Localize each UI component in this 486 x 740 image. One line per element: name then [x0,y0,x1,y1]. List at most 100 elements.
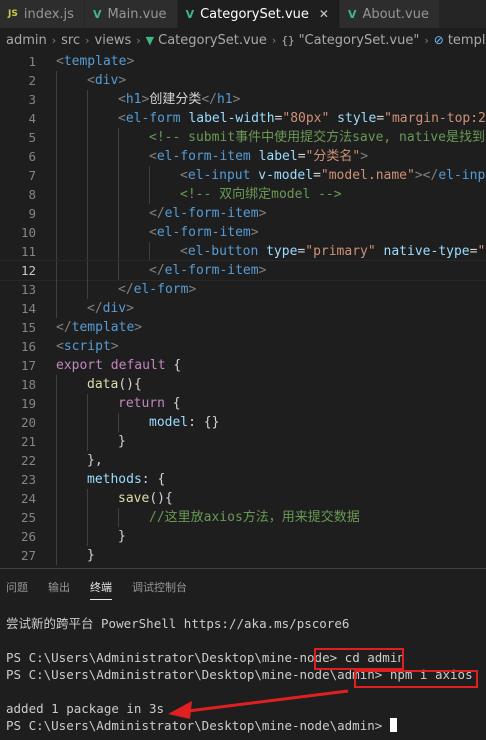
code-text: //这里放axios方法，用来提交数据 [149,510,360,525]
code-line: 8 <!-- 双向绑定model --> [0,185,486,204]
tab-label: About.vue [362,6,429,22]
chevron-right-icon: › [271,33,277,47]
tab-label: index.js [23,6,74,22]
annotation-arrow [168,689,349,719]
close-icon[interactable]: ✕ [319,7,329,21]
breadcrumb-folder-admin[interactable]: admin [6,33,47,48]
code-text: </el-form> [118,282,197,297]
code-text: return { [118,396,181,411]
template-element-icon: ⊘ [433,33,444,47]
code-text: }, [87,453,103,468]
code-line: 9 </el-form-item> [0,204,486,223]
code-line: 4 <el-form label-width="80px" style="marg… [0,109,486,128]
tab-about-vue[interactable]: V About.vue [339,0,440,28]
code-line: 15 </template> [0,318,486,337]
line-number: 18 [20,377,36,392]
code-text: </div> [87,301,134,316]
code-text: <el-form-item> [149,225,259,240]
javascript-file-icon: JS [8,9,18,19]
line-number: 3 [28,92,36,107]
code-text: <script> [56,339,119,354]
breadcrumb-section[interactable]: template [448,33,486,48]
code-text: <!-- submit事件中使用提交方法save, native是找到 [149,130,486,145]
line-number: 24 [20,491,36,506]
code-line: 1 <template> [0,52,486,71]
chevron-right-icon: › [51,33,57,47]
code-editor[interactable]: 1 <template> 2 <div> 3 <h1>创建分类</h1> 4 <el-form… [0,52,486,568]
code-line: 20 model: {} [0,413,486,432]
line-number: 8 [28,187,36,202]
code-line: 16 <script> [0,337,486,356]
code-text: <h1>创建分类</h1> [118,92,241,107]
vue-file-icon: ▼ [145,33,155,47]
code-line: 5 <!-- submit事件中使用提交方法save, native是找到 [0,128,486,147]
line-number: 15 [20,320,36,335]
code-line: 6 <el-form-item label="分类名"> [0,147,486,166]
line-number: 2 [28,73,36,88]
line-number: 5 [28,130,36,145]
line-number: 26 [20,529,36,544]
breadcrumb: admin › src › views › ▼ CategorySet.vue … [0,28,486,52]
line-number: 20 [20,415,36,430]
code-text: } [87,548,95,563]
code-text: </template> [56,320,143,335]
code-line: 22}, [0,451,486,470]
code-text: <template> [56,54,135,69]
line-number: 17 [20,358,36,373]
code-text: <el-form-item label="分类名"> [149,149,369,164]
code-line: 7 <el-input v-model="model.name"></el-inp… [0,166,486,185]
code-line: 17 export default { [0,356,486,375]
code-line: 2 <div> [0,71,486,90]
line-number: 19 [20,396,36,411]
line-number: 1 [28,54,36,69]
tab-index-js[interactable]: JS index.js [0,0,85,28]
code-line: 25 //这里放axios方法，用来提交数据 [0,508,486,527]
breadcrumb-folder-src[interactable]: src [61,33,80,48]
code-line: 3 <h1>创建分类</h1> [0,90,486,109]
code-text: </el-form-item> [149,263,267,278]
vue-file-icon: V [347,7,357,21]
code-line: 26} [0,527,486,546]
code-text: model: {} [149,415,220,430]
breadcrumb-folder-views[interactable]: views [95,33,132,48]
line-number: 14 [20,301,36,316]
tab-categoryset-vue[interactable]: V CategorySet.vue ✕ [177,0,340,28]
line-number: 4 [28,111,36,126]
code-text: save(){ [118,491,173,506]
code-line: 18 data(){ [0,375,486,394]
code-line: 10 <el-form-item> [0,223,486,242]
editor-tab-bar: JS index.js V Main.vue V CategorySet.vue ✕ V Abo… [0,0,486,28]
line-number: 27 [20,548,36,563]
braces-symbol-icon: {} [281,33,295,47]
vue-file-icon: V [185,7,195,21]
line-number: 9 [28,206,36,221]
code-line: 21} [0,432,486,451]
chevron-right-icon: › [424,33,429,47]
code-text: methods: { [87,472,166,487]
line-number: 6 [28,149,36,164]
chevron-right-icon: › [85,33,90,47]
tab-main-vue[interactable]: V Main.vue [84,0,178,28]
line-number: 10 [20,225,36,240]
code-line: 12 </el-form-item> [0,260,486,281]
code-line: 13 </el-form> [0,280,486,299]
chevron-right-icon: › [136,33,141,47]
code-line: 14 </div> [0,299,486,318]
line-number: 7 [28,168,36,183]
line-number: 11 [20,244,36,259]
code-text: <el-form label-width="80px" style="margi… [118,111,486,126]
code-text: } [118,529,126,544]
breadcrumb-symbol[interactable]: "CategorySet.vue" [299,33,420,48]
code-text: <div> [87,73,127,88]
code-line: 11 <el-button type="primary" native-type=… [0,242,486,261]
breadcrumb-file[interactable]: CategorySet.vue [158,33,267,48]
vue-file-icon: V [92,7,102,21]
line-number: 21 [20,434,36,449]
tab-label: Main.vue [107,6,167,22]
code-line: 24 save(){ [0,489,486,508]
bottom-panel: 问题 输出 终端 调试控制台 尝试新的跨平台 PowerShell https://a… [0,568,486,740]
code-text: </el-form-item> [149,206,267,221]
code-text: <el-input v-model="model.name"></el-inpu… [180,168,486,183]
code-text: data(){ [87,377,142,392]
code-text: export default { [56,358,182,373]
